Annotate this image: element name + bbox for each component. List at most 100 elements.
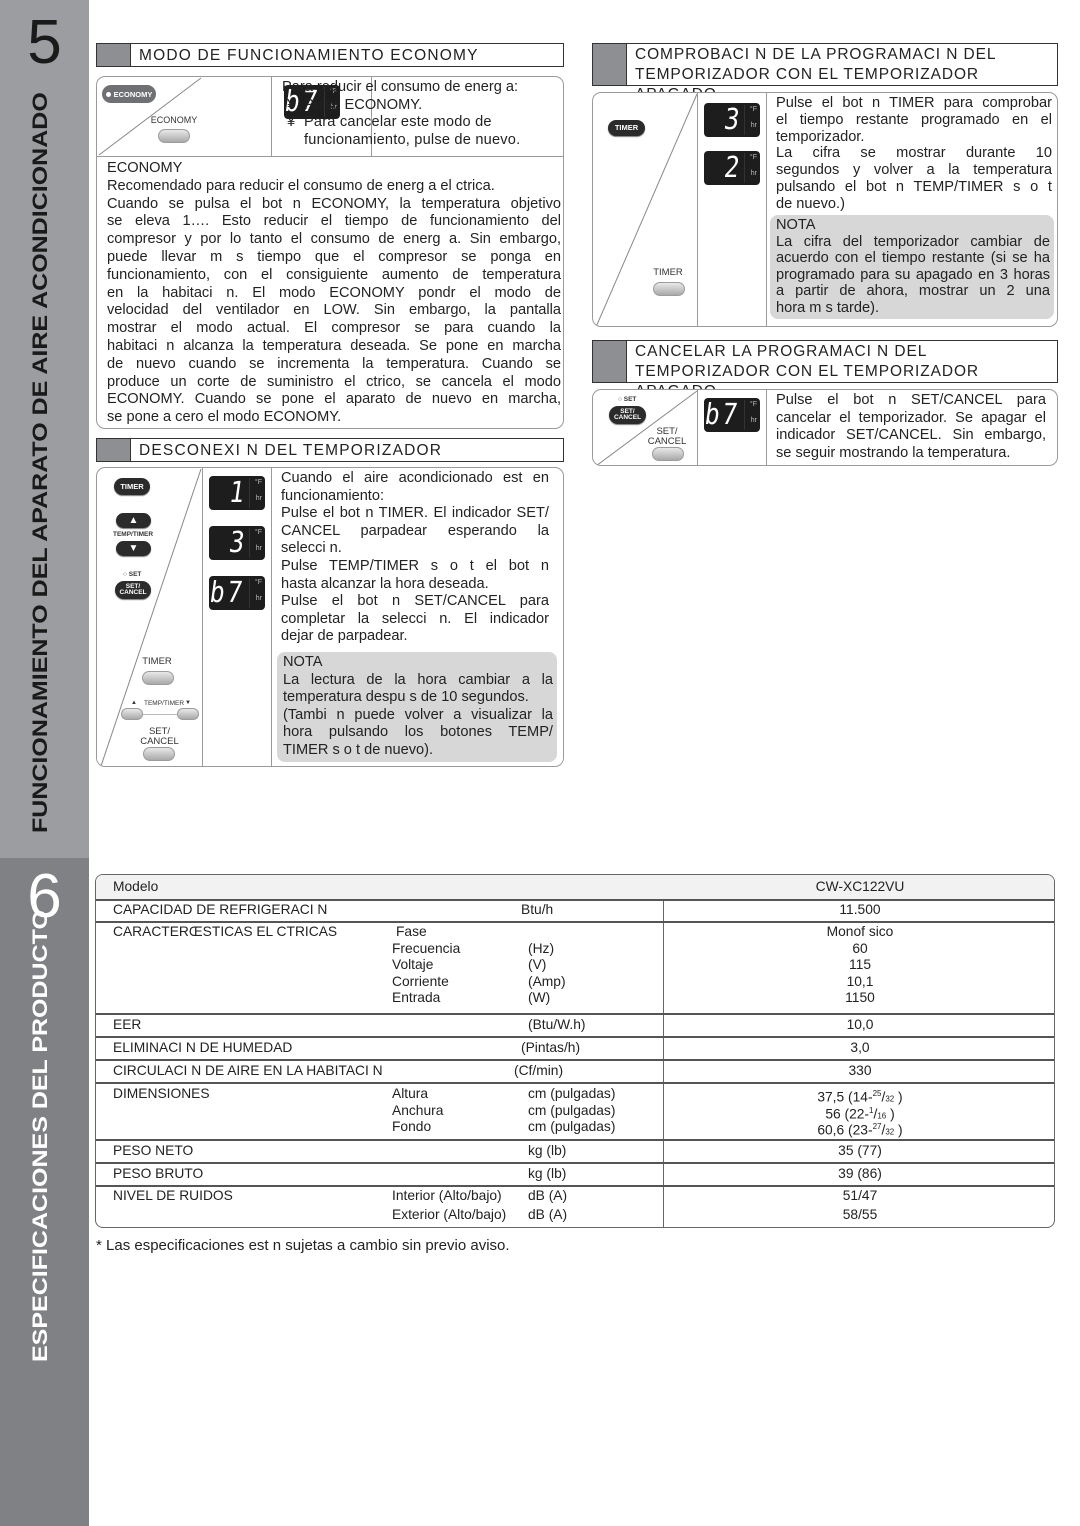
text-line: cancelar el temporizador. Se apagar el — [776, 409, 1046, 426]
bullet-text: Pulse ECONOMY. — [304, 96, 423, 113]
row-divider — [96, 1082, 1054, 1084]
row-divider — [96, 1059, 1054, 1061]
row-divider — [96, 899, 1054, 901]
text-line: en la habitaci n. El modo ECONOMY pondr … — [107, 284, 561, 301]
text-line: selecci n. — [281, 540, 342, 557]
text-line: La cifra se mostrar durante 10 — [776, 145, 1052, 162]
check-timer-nota: NOTA La cifra del temporizador cambiar d… — [770, 215, 1054, 319]
timer-off-header-text: DESCONEXI N DEL TEMPORIZADOR — [139, 442, 443, 459]
header-tab — [593, 44, 627, 85]
check-timer-header: COMPROBACI N DE LA PROGRAMACI N DEL TEMP… — [592, 43, 1058, 103]
remote-set-cancel-button[interactable]: SET/ CANCEL — [609, 406, 646, 424]
remote-timer-label: TIMER — [614, 123, 639, 133]
divider — [97, 156, 563, 157]
spec-unit: cm (pulgadas) — [528, 1086, 616, 1101]
nota-text: La cifra del temporizador cambiar de acue… — [776, 234, 1050, 317]
remote-economy-label: ECONOMY — [113, 89, 153, 99]
spec-sub-label: Voltaje — [392, 957, 434, 973]
remote-timer-label: TIMER — [120, 481, 144, 491]
nota-text: La lectura de la hora cambiar a la temper… — [283, 672, 553, 760]
spec-unit: dB (A) — [528, 1207, 568, 1222]
remote-economy-button[interactable]: ECONOMY — [102, 85, 156, 103]
unit-set-cancel-button[interactable] — [143, 747, 175, 761]
spec-label: PESO BRUTO — [113, 1166, 204, 1181]
unit-timer-button[interactable] — [142, 671, 174, 685]
text-line: ECONOMY. Cuando se pone el aparato de nu… — [107, 391, 561, 408]
check-timer-display-cell: 3 °F hr 2 °F hr — [698, 93, 767, 326]
text-line: Pulse TEMP/TIMER s o t el bot n — [281, 557, 549, 574]
spec-unit: Btu/h — [521, 902, 554, 917]
remote-timer-button[interactable]: TIMER — [608, 120, 645, 136]
timer-off-instructions: Cuando el aire acondicionado est en funci… — [281, 470, 549, 646]
unit-down-button[interactable] — [177, 708, 199, 720]
text-line: puede llevar m s tiempo que el compresor… — [107, 248, 561, 265]
text-line: Cuando el aire acondicionado est en — [281, 470, 549, 486]
remote-set-cancel-button[interactable]: SET/ CANCEL — [115, 581, 151, 599]
remote-timer-button[interactable]: TIMER — [114, 478, 150, 495]
check-timer-panel: TIMER TIMER 3 °F hr 2 °F hr Pulse el bot n T… — [592, 92, 1058, 327]
unit-timer-label: TIMER — [653, 267, 683, 278]
economy-icon-cell: ECONOMY ECONOMY — [97, 77, 272, 156]
row-divider — [96, 1139, 1054, 1141]
spec-sub-label: Frecuencia — [392, 940, 461, 956]
spec-label: CAPACIDAD DE REFRIGERACI N — [113, 902, 328, 917]
economy-note-text: Recomendado para reducir el consumo de e… — [107, 178, 561, 427]
spec-value: 3,0 — [850, 1040, 870, 1055]
sidebar: 5 FUNCIONAMIENTO DEL APARATO DE AIRE ACO… — [0, 0, 89, 1526]
text-line: acuerdo con el tiempo restante (si se ha — [776, 250, 1050, 267]
text-line: Pulse el bot n SET/CANCEL para — [776, 392, 1046, 408]
text-line: mostrar el modo actual. El compresor se … — [107, 320, 561, 337]
unit-cancel-label: CANCEL — [140, 736, 179, 747]
text-line: se eleva 1…. Esto reducir el tiempo de f… — [107, 213, 561, 230]
section-6-title: ESPECIFICACIONES DEL PRODUCTO — [28, 910, 53, 1362]
set-indicator-label: SET — [128, 571, 142, 578]
cancel-timer-icon-cell: ○ SET SET/ CANCEL SET/CANCEL — [593, 390, 698, 465]
remote-temp-timer-label: TEMP/TIMER — [113, 531, 154, 538]
cancel-timer-instructions: Pulse el bot n SET/CANCEL para cancelar e… — [776, 392, 1046, 462]
lcd-unit-f: °F — [254, 579, 262, 586]
spec-label: CIRCULACI N DE AIRE EN LA HABITACI N — [113, 1063, 383, 1078]
text-line: se pone a cero el modo ECONOMY. — [107, 409, 342, 426]
spec-label: DIMENSIONES — [113, 1086, 210, 1101]
row-divider — [96, 1036, 1054, 1038]
cancel-timer-display-cell: b7 °F hr — [698, 390, 767, 465]
row-divider — [96, 1185, 1054, 1187]
spec-sub-label: Entrada — [392, 990, 441, 1006]
spec-unit: (V) — [528, 957, 547, 973]
lcd-unit-f: °F — [749, 106, 757, 113]
lcd-unit-hr: hr — [255, 495, 262, 502]
text-line: habitaci n alcanza la temperatura desead… — [107, 337, 561, 354]
lcd-digits: 3 — [721, 102, 744, 136]
unit-cancel-label: CANCEL — [647, 436, 687, 447]
unit-set-cancel-button[interactable] — [652, 447, 684, 461]
spec-unit: (Hz) — [528, 940, 555, 956]
text-line: pulsando el bot n TEMP/TIMER s o t — [776, 178, 1052, 195]
header-line: COMPROBACI N DE LA PROGRAMACI N DEL — [635, 46, 997, 63]
spec-unit: dB (A) — [528, 1188, 568, 1203]
bullet-item: ¥ Pulse ECONOMY. — [282, 97, 560, 115]
unit-economy-button[interactable] — [158, 129, 190, 143]
spec-sub-label: Exterior (Alto/bajo) — [392, 1207, 507, 1222]
set-indicator: ○ SET — [123, 571, 142, 578]
section-5-number: 5 — [27, 8, 62, 77]
text-line: de nuevo.) — [776, 195, 845, 212]
cancel-timer-header-text: CANCELAR LA PROGRAMACI N DEL TEMPORIZADO… — [627, 341, 1057, 400]
spec-unit: kg (lb) — [528, 1143, 567, 1158]
unit-up-button[interactable] — [121, 708, 143, 720]
spec-row-model: Modelo CW-XC122VU — [96, 875, 1054, 899]
spec-value: 10,1 — [846, 973, 874, 989]
unit-set-cancel-label: SET/CANCEL — [137, 727, 182, 747]
economy-header-text: MODO DE FUNCIONAMIENTO ECONOMY — [139, 47, 479, 64]
header-tab — [97, 44, 131, 66]
text-line: segundos y volver a la temperatura — [776, 162, 1052, 179]
model-label: Modelo — [113, 879, 159, 894]
nota-title: NOTA — [776, 217, 816, 233]
text-line: La lectura de la hora cambiar a la — [283, 671, 553, 688]
unit-timer-button[interactable] — [653, 282, 685, 296]
header-tab — [593, 341, 627, 382]
remote-down-button[interactable]: ▼ — [116, 541, 151, 556]
lcd-digits: 2 — [721, 150, 744, 184]
spec-unit: kg (lb) — [528, 1166, 567, 1181]
text-line: hasta alcanzar la hora deseada. — [281, 575, 489, 592]
remote-up-button[interactable]: ▲ — [116, 513, 151, 528]
